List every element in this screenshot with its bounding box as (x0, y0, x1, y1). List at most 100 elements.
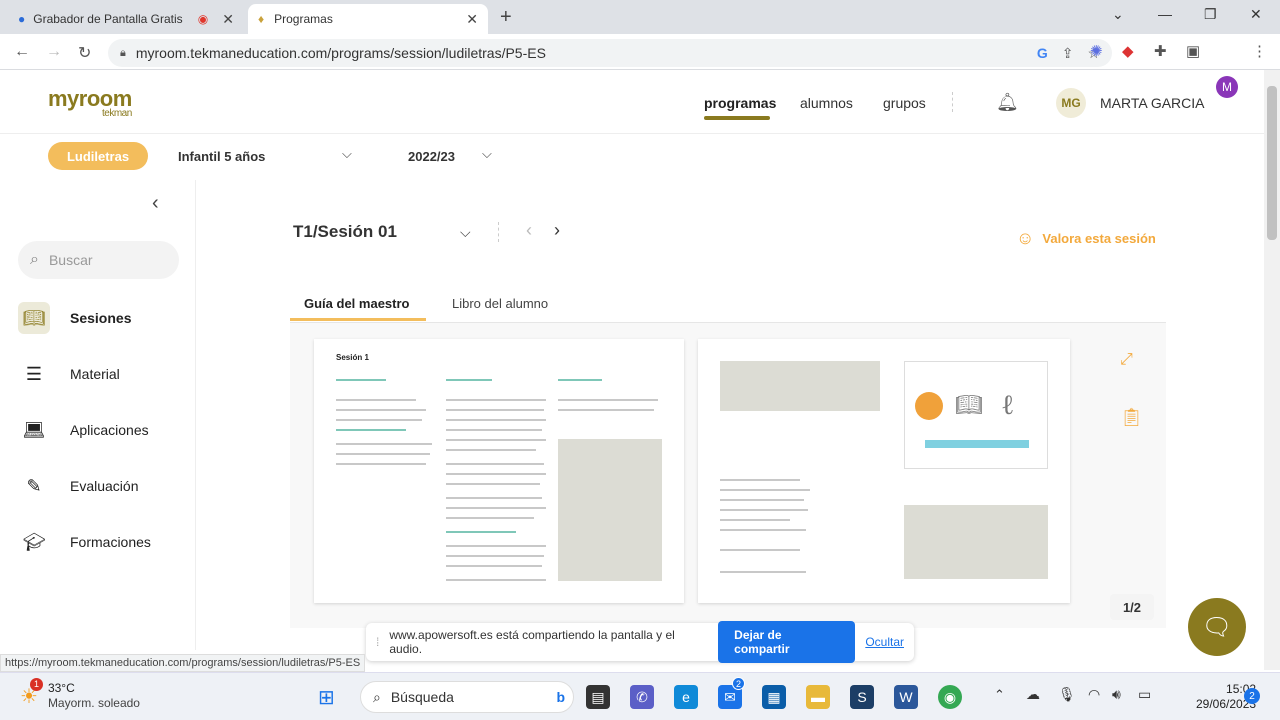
document-viewer[interactable]: Sesión 1 📖︎ ℓ ⤢ 📋︎ (290, 323, 1166, 628)
windows-taskbar: ☀ 1 33°C Mayorm. soleado ⊞ ⌕ Búsqueda b ▤… (0, 672, 1280, 720)
search-input[interactable]: ⌕ Buscar (18, 241, 179, 279)
minimize-icon[interactable]: — (1158, 6, 1172, 22)
chat-support-button[interactable]: 🗨︎ (1188, 598, 1246, 656)
start-windows-icon[interactable]: ⊞ (318, 685, 335, 710)
teams-icon[interactable]: ✆ (630, 685, 654, 709)
stop-sharing-button[interactable]: Dejar de compartir (718, 621, 856, 663)
nav-programas[interactable]: programas (704, 95, 776, 111)
chevron-down-icon[interactable]: ⌵ (482, 146, 492, 162)
tekman-favicon-icon: ♦ (258, 12, 265, 26)
microphone-icon[interactable]: 🎙︎ (1058, 686, 1076, 703)
prev-session-icon[interactable]: ‹ (526, 220, 532, 241)
volume-icon[interactable]: 🔊︎ (1112, 686, 1121, 703)
rate-session-button[interactable]: ☺ Valora esta sesión (1016, 228, 1156, 249)
new-tab-icon[interactable]: + (500, 6, 512, 29)
nav-grupos[interactable]: grupos (883, 95, 926, 111)
reload-icon[interactable]: ↻ (78, 43, 91, 63)
collapse-sidebar-icon[interactable]: ‹ (152, 192, 159, 215)
weather-widget[interactable]: ☀ 1 33°C Mayorm. soleado (20, 677, 140, 711)
stack-icon: ☰ (25, 363, 43, 384)
session-dropdown-chevron-icon[interactable]: ⌵ (460, 224, 471, 241)
extensions-puzzle-icon[interactable]: ✚ (1154, 42, 1167, 60)
forward-icon[interactable]: → (46, 43, 62, 61)
tab-libro-alumno[interactable]: Libro del alumno (452, 296, 548, 311)
restore-icon[interactable]: ❐ (1204, 6, 1217, 23)
close-tab-icon[interactable]: ✕ (222, 11, 234, 28)
onedrive-icon[interactable]: ☁ (1026, 686, 1040, 703)
sidebar-item-label: Aplicaciones (70, 422, 149, 438)
year-select[interactable]: 2022/23 (408, 149, 455, 164)
tab-title: Programas (274, 12, 333, 26)
document-page: 📖︎ ℓ (698, 339, 1070, 603)
hide-link[interactable]: Ocultar (865, 635, 904, 649)
divider (498, 222, 499, 242)
session-title: T1/Sesión 01 (293, 222, 397, 241)
scrollbar-thumb[interactable] (1267, 86, 1277, 240)
task-view-icon[interactable]: ▤ (586, 685, 610, 709)
mail-icon[interactable]: ✉ 2 (718, 677, 745, 709)
bing-icon: b (556, 689, 565, 705)
nav-alumnos[interactable]: alumnos (800, 95, 853, 111)
sidebar-item-label: Sesiones (70, 310, 132, 326)
recording-icon: ◉ (197, 12, 209, 26)
recorder-icon: ● (18, 12, 26, 26)
edge-icon[interactable]: e (674, 685, 698, 709)
level-select[interactable]: Infantil 5 años (178, 149, 265, 164)
notifications-bell-icon[interactable]: 🔔︎ (996, 92, 1019, 113)
program-pill[interactable]: Ludiletras (48, 142, 148, 170)
sun-icon: ☀ 1 (20, 677, 43, 709)
tray-chevron-icon[interactable]: ⌃ (994, 687, 1005, 703)
browser-tab-recorder[interactable]: ● Grabador de Pantalla Gratis ◉ ✕ (8, 4, 244, 34)
tab-guia-maestro[interactable]: Guía del maestro (304, 296, 409, 311)
chrome-icon[interactable]: ◉ (938, 685, 962, 709)
share-icon[interactable]: ⇪ (1062, 45, 1074, 62)
myroom-logo[interactable]: myroom tekman (48, 86, 132, 119)
back-icon[interactable]: ← (14, 43, 30, 61)
extension-icon[interactable]: ✺ (1090, 42, 1103, 60)
side-panel-icon[interactable]: ▣ (1186, 42, 1200, 60)
search-icon: ⌕ (373, 688, 381, 705)
active-nav-underline (704, 116, 770, 120)
fullscreen-icon[interactable]: ⤢ (1120, 351, 1133, 369)
user-name[interactable]: MARTA GARCIA (1100, 95, 1205, 111)
graduation-cap-icon: 🎓︎ (22, 531, 46, 552)
window-close-icon[interactable]: ✕ (1250, 6, 1262, 23)
status-url: https://myroom.tekmaneducation.com/progr… (0, 654, 366, 672)
sidebar-item-label: Evaluación (70, 478, 139, 494)
page-counter: 1/2 (1110, 594, 1154, 620)
app-icon[interactable]: S (850, 685, 874, 709)
nav-divider (952, 92, 953, 112)
active-tab-indicator (290, 318, 426, 321)
browser-tab-programas[interactable]: ♦ Programas ✕ (248, 4, 488, 34)
extension-icon[interactable]: ◆ (1122, 42, 1134, 60)
file-explorer-icon[interactable]: ▬ (806, 685, 830, 709)
sidebar-item-aplicaciones[interactable]: 💻︎ Aplicaciones (18, 412, 149, 448)
tab-search-icon[interactable]: ⌄ (1112, 6, 1124, 23)
sidebar-item-evaluacion[interactable]: ✎ Evaluación (18, 468, 139, 504)
url-text: myroom.tekmaneducation.com/programs/sess… (135, 45, 546, 61)
menu-kebab-icon[interactable]: ⋮ (1252, 42, 1267, 60)
next-session-icon[interactable]: › (554, 220, 560, 241)
main-content: T1/Sesión 01 ⌵ ‹ › ☺ Valora esta sesión … (196, 180, 1264, 650)
clipboard-icon[interactable]: 📋︎ (1120, 407, 1143, 428)
word-icon[interactable]: W (894, 685, 918, 709)
close-tab-icon[interactable]: ✕ (466, 11, 478, 28)
sidebar-item-label: Material (70, 366, 120, 382)
drag-handle-icon[interactable]: ⁞ (376, 635, 379, 649)
chevron-down-icon[interactable]: ⌵ (342, 146, 352, 162)
sidebar-item-formaciones[interactable]: 🎓︎ Formaciones (18, 524, 151, 560)
user-avatar[interactable]: MG (1056, 88, 1086, 118)
notification-count-badge[interactable]: 2 (1244, 688, 1260, 704)
sidebar-item-sesiones[interactable]: 📖︎ Sesiones (18, 300, 131, 336)
taskbar-search[interactable]: ⌕ Búsqueda b (360, 681, 574, 713)
address-bar[interactable]: 🔒︎ myroom.tekmaneducation.com/programs/s… (108, 39, 1112, 67)
browser-tab-bar: ● Grabador de Pantalla Gratis ◉ ✕ ♦ Prog… (0, 0, 1280, 34)
laptop-icon: 💻︎ (22, 419, 46, 440)
store-icon[interactable]: ▦ (762, 685, 786, 709)
wifi-icon[interactable]: ◠ (1088, 686, 1100, 703)
chat-icon: 🗨︎ (1201, 613, 1233, 641)
battery-icon[interactable]: ▭ (1138, 686, 1151, 703)
student-book-thumbnail: 📖︎ ℓ (904, 361, 1048, 469)
sidebar-item-material[interactable]: ☰ Material (18, 356, 120, 392)
google-icon[interactable]: G (1037, 45, 1048, 61)
